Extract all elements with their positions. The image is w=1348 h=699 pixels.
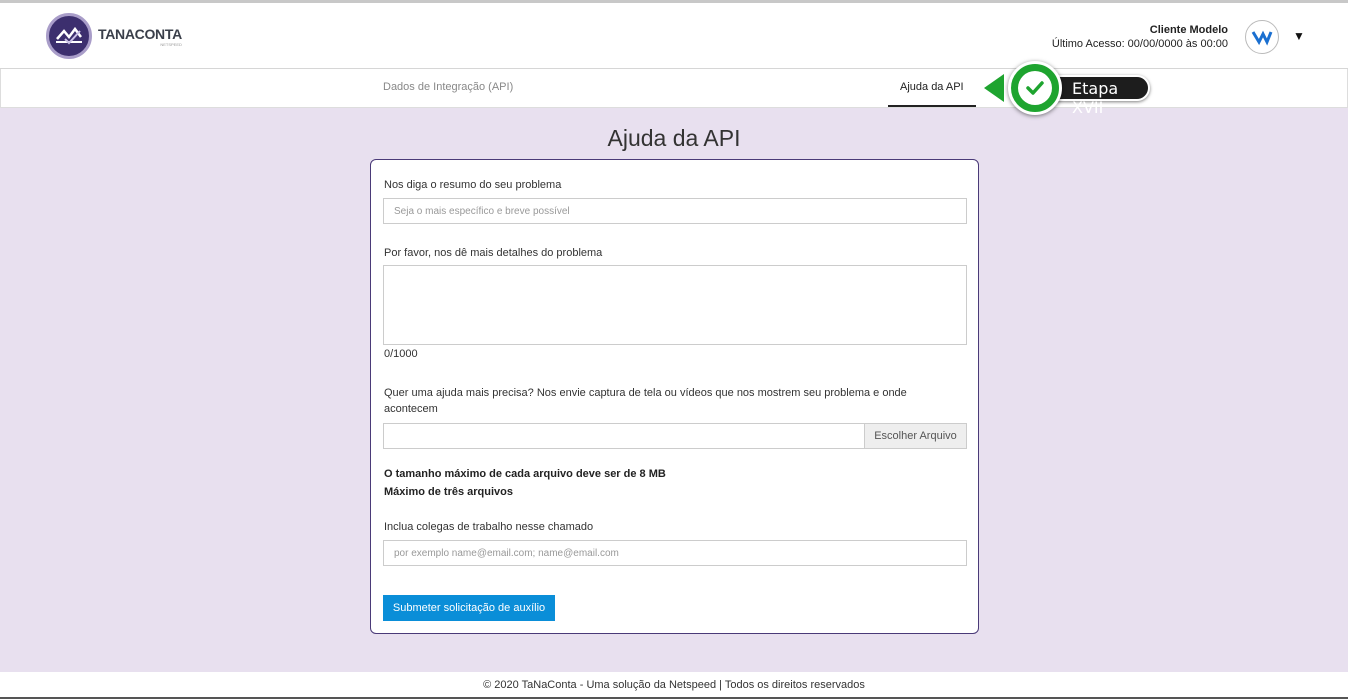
brand-logo[interactable]: TANACONTA NETSPEED	[46, 13, 182, 59]
step-callout: Etapa XVII	[984, 60, 1169, 117]
details-counter: 0/1000	[384, 348, 418, 360]
brand-name: TANACONTA	[98, 25, 182, 42]
footer: © 2020 TaNaConta - Uma solução da Netspe…	[0, 672, 1348, 699]
callout-arrow-icon	[984, 74, 1004, 102]
avatar[interactable]	[1245, 20, 1279, 54]
callout-label: Etapa XVII	[1072, 79, 1119, 117]
summary-input[interactable]	[383, 198, 967, 224]
help-form: Nos diga o resumo do seu problema Por fa…	[370, 159, 979, 634]
attach-label: Quer uma ajuda mais precisa? Nos envie c…	[384, 387, 907, 415]
details-textarea[interactable]	[383, 265, 967, 345]
max-files-note: Máximo de três arquivos	[384, 486, 513, 498]
submit-button[interactable]: Submeter solicitação de auxílio	[383, 595, 555, 621]
last-access: Último Acesso: 00/00/0000 às 00:00	[1051, 38, 1228, 50]
summary-label: Nos diga o resumo do seu problema	[384, 179, 562, 191]
colleagues-input[interactable]	[383, 540, 967, 566]
max-size-note: O tamanho máximo de cada arquivo deve se…	[384, 468, 666, 480]
check-circle-icon	[1008, 61, 1062, 115]
user-info: Cliente Modelo Último Acesso: 00/00/0000…	[1052, 23, 1228, 51]
colleagues-label: Inclua colegas de trabalho nesse chamado	[384, 521, 594, 533]
tab-api-help[interactable]: Ajuda da API	[888, 69, 976, 107]
logo-badge-icon	[46, 13, 92, 59]
details-label: Por favor, nos dê mais detalhes do probl…	[384, 247, 603, 259]
tab-integration-data[interactable]: Dados de Integração (API)	[371, 69, 525, 107]
user-menu-caret-icon[interactable]: ▼	[1293, 29, 1305, 43]
page-title: Ajuda da API	[607, 125, 741, 151]
file-input[interactable]: Escolher Arquivo	[383, 423, 967, 449]
brand-sub: NETSPEED	[160, 41, 182, 47]
top-header: TANACONTA NETSPEED Cliente Modelo Último…	[0, 0, 1348, 69]
choose-file-button[interactable]: Escolher Arquivo	[864, 424, 966, 448]
user-name: Cliente Modelo	[1149, 24, 1228, 36]
netspeed-logo-icon	[1251, 30, 1273, 46]
